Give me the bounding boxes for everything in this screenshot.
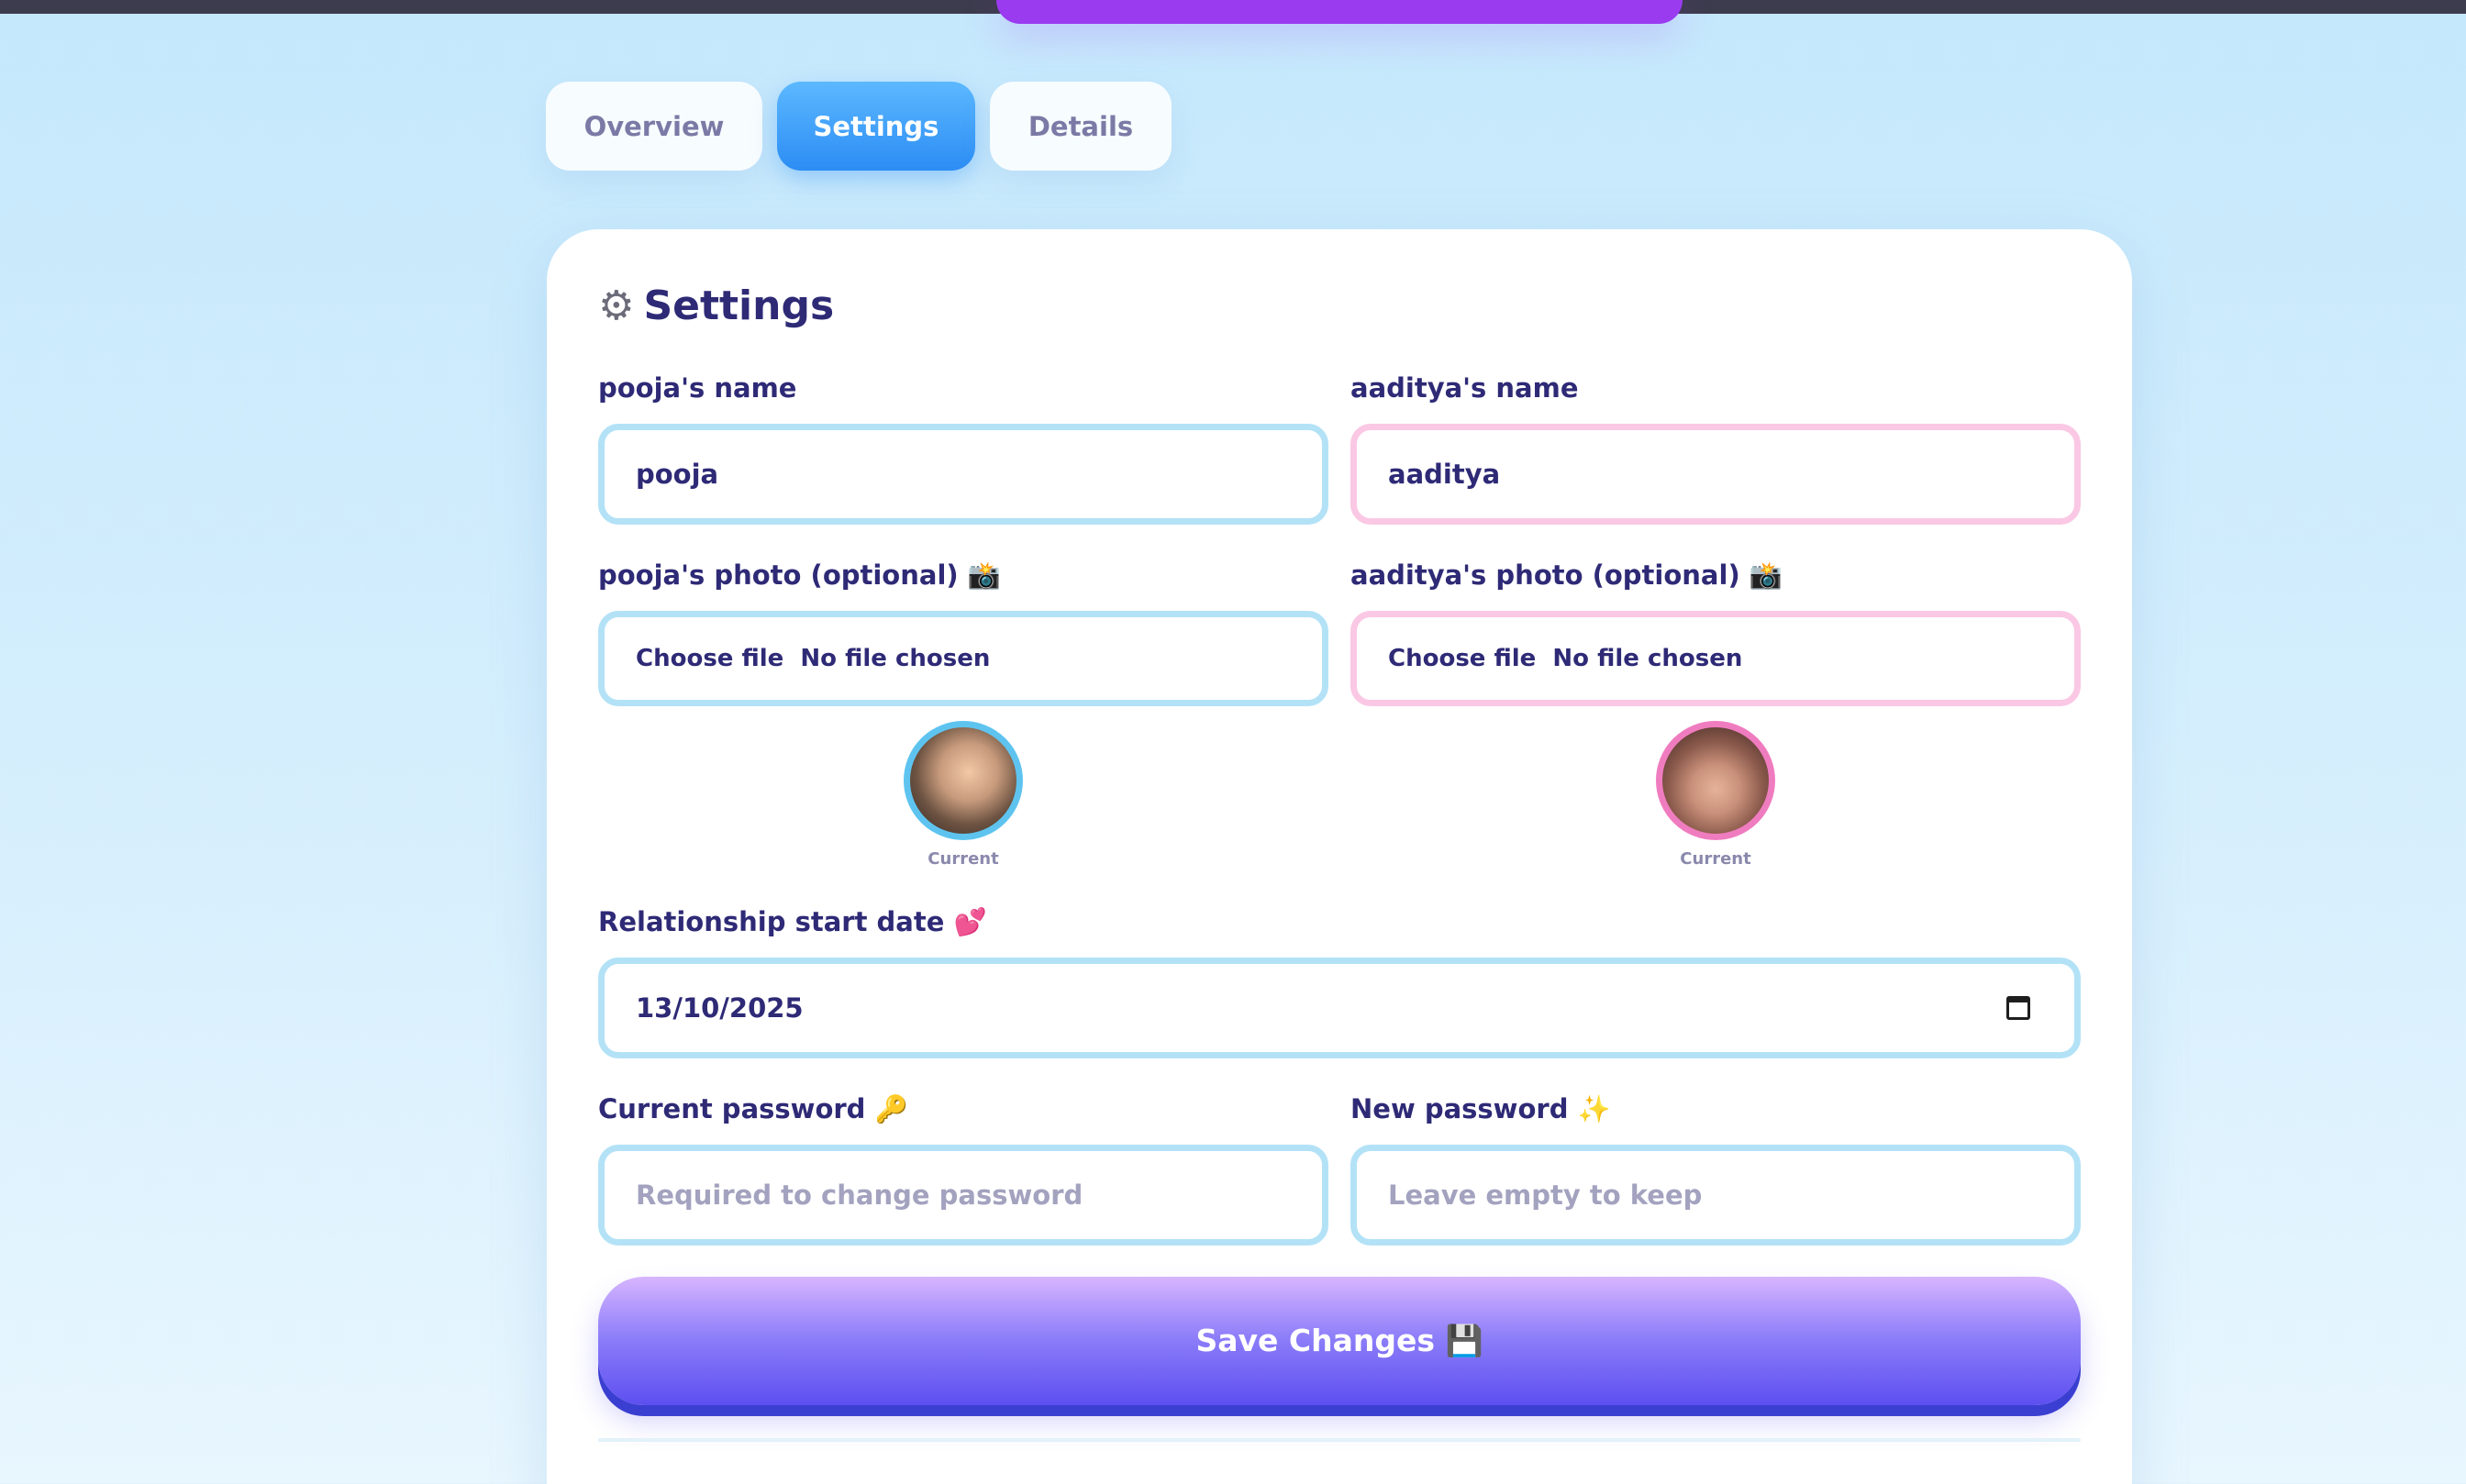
- tab-details[interactable]: Details: [990, 82, 1172, 171]
- start-date-value: 13/10/2025: [636, 992, 804, 1024]
- tab-overview[interactable]: Overview: [546, 82, 762, 171]
- tab-bar: Overview Settings Details: [546, 82, 1172, 171]
- current-password-field[interactable]: [598, 1145, 1328, 1246]
- current-password-input[interactable]: [636, 1179, 1322, 1211]
- save-changes-label: Save Changes 💾: [1195, 1323, 1483, 1358]
- save-changes-button[interactable]: Save Changes 💾: [598, 1277, 2081, 1405]
- settings-title: ⚙ Settings: [598, 282, 834, 329]
- top-action-pill[interactable]: [996, 0, 1683, 24]
- partner1-file-text: Choose file No file chosen: [636, 645, 991, 672]
- partner1-name-input[interactable]: [636, 459, 1322, 490]
- calendar-icon[interactable]: [2006, 996, 2030, 1020]
- partner1-avatar: [904, 721, 1023, 840]
- new-password-input[interactable]: [1388, 1179, 2074, 1211]
- current-password-label: Current password 🔑: [598, 1093, 908, 1124]
- partner2-name-field[interactable]: [1350, 424, 2081, 525]
- tab-settings[interactable]: Settings: [777, 82, 975, 171]
- section-divider: [598, 1438, 2081, 1442]
- settings-card: ⚙ Settings pooja's name aaditya's name p…: [547, 229, 2132, 1484]
- partner2-name-input[interactable]: [1388, 459, 2074, 490]
- new-password-label: New password ✨: [1350, 1093, 1611, 1124]
- partner1-name-label: pooja's name: [598, 372, 797, 404]
- partner2-current-label: Current: [1680, 849, 1751, 869]
- start-date-label: Relationship start date 💕: [598, 906, 987, 937]
- start-date-field[interactable]: 13/10/2025: [598, 958, 2081, 1058]
- partner2-photo-file-input[interactable]: Choose file No file chosen: [1350, 611, 2081, 706]
- partner2-avatar: [1656, 721, 1775, 840]
- partner2-file-text: Choose file No file chosen: [1388, 645, 1743, 672]
- partner2-name-label: aaditya's name: [1350, 372, 1579, 404]
- gear-icon: ⚙: [598, 282, 635, 329]
- partner1-photo-label: pooja's photo (optional) 📸: [598, 559, 1001, 591]
- new-password-field[interactable]: [1350, 1145, 2081, 1246]
- settings-title-text: Settings: [643, 282, 835, 329]
- partner2-photo-label: aaditya's photo (optional) 📸: [1350, 559, 1783, 591]
- partner1-photo-file-input[interactable]: Choose file No file chosen: [598, 611, 1328, 706]
- partner1-current-label: Current: [928, 849, 999, 869]
- partner1-name-field[interactable]: [598, 424, 1328, 525]
